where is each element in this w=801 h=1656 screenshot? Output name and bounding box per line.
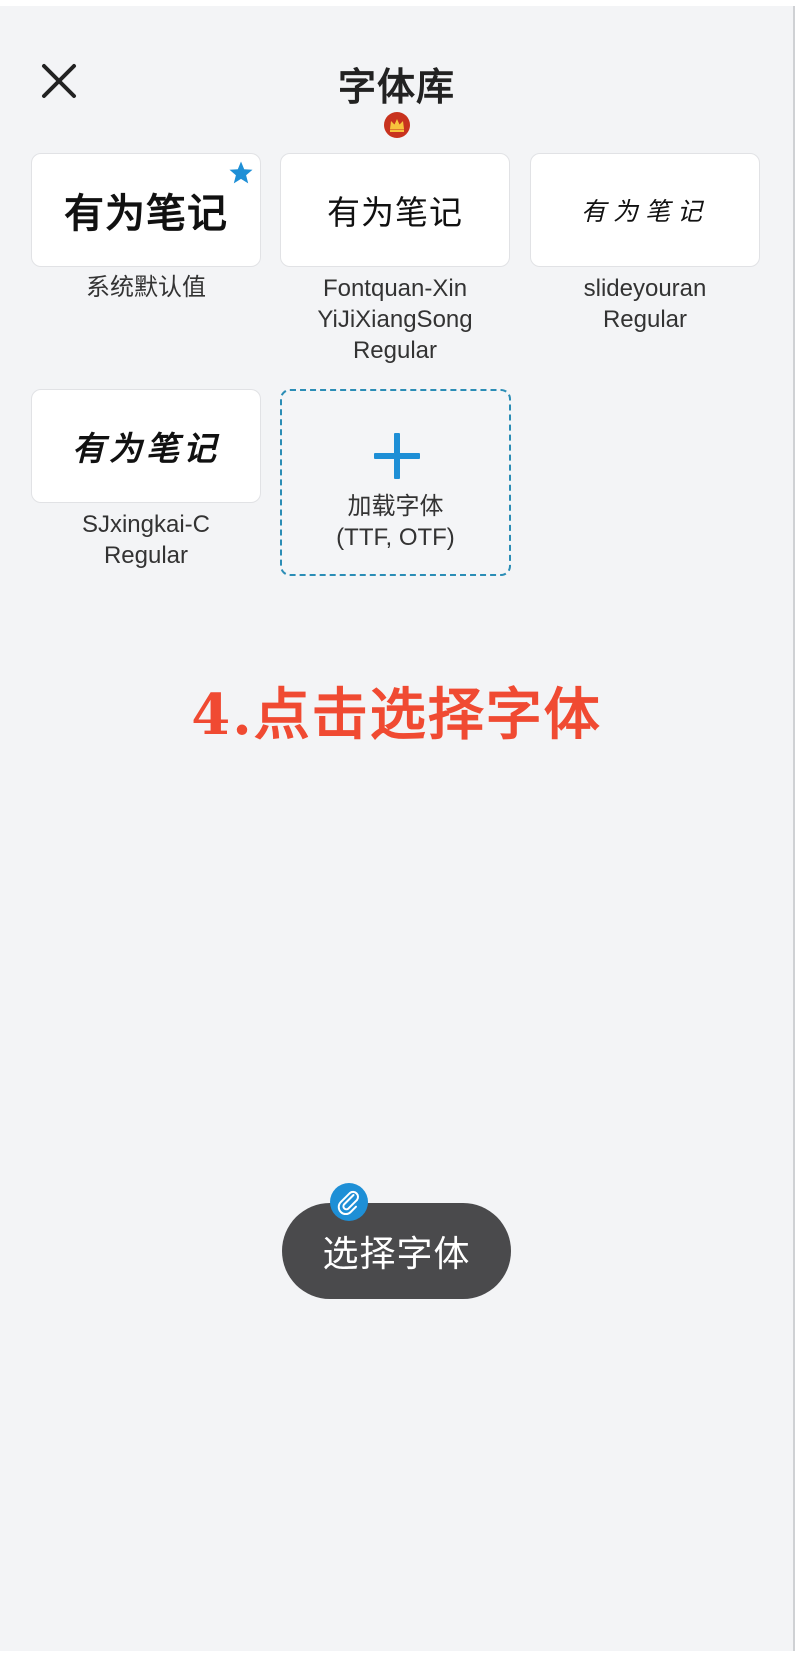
screen-edge xyxy=(793,6,795,1651)
font-label-slideyouran: slideyouran Regular xyxy=(525,273,765,335)
font-label-line: slideyouran xyxy=(583,275,707,302)
font-card-sjxingkai[interactable]: 有为笔记 xyxy=(31,389,261,503)
add-font-label-line: 加载字体 xyxy=(347,493,444,520)
plus-icon xyxy=(374,433,420,479)
add-font-button[interactable]: 加载字体 (TTF, OTF) xyxy=(280,389,511,576)
font-sample-text: 有为笔记 xyxy=(327,193,463,232)
font-label-line: Regular xyxy=(352,337,438,364)
font-label-fontquan: Fontquan-Xin YiJiXiangSong Regular xyxy=(275,273,515,366)
font-label-line: Regular xyxy=(103,542,189,569)
font-sample-text: 有为笔记 xyxy=(64,191,228,237)
add-font-label: 加载字体 (TTF, OTF) xyxy=(282,491,509,553)
font-label-system-default: 系统默认值 xyxy=(26,272,266,303)
crown-badge-icon xyxy=(383,111,411,139)
font-label-line: 系统默认值 xyxy=(86,274,206,301)
font-label-line: Fontquan-Xin xyxy=(322,275,468,302)
select-font-button[interactable]: 选择字体 xyxy=(282,1203,511,1299)
font-label-line: YiJiXiangSong xyxy=(317,306,473,333)
font-card-system-default[interactable]: 有为笔记 xyxy=(31,153,261,267)
paperclip-icon xyxy=(329,1182,369,1222)
font-label-sjxingkai: SJxingkai-C Regular xyxy=(26,509,266,571)
page-title: 字体库 xyxy=(337,65,455,109)
font-card-fontquan[interactable]: 有为笔记 xyxy=(280,153,510,267)
add-font-label-line: (TTF, OTF) xyxy=(336,524,455,551)
font-label-line: Regular xyxy=(602,306,688,333)
font-sample-text: 有为笔记 xyxy=(72,429,220,468)
star-icon xyxy=(229,161,253,184)
font-sample-text: 有为笔记 xyxy=(580,197,709,226)
bottom-margin xyxy=(0,1651,801,1656)
tutorial-annotation: 4.点击选择字体 xyxy=(191,682,602,748)
font-card-slideyouran[interactable]: 有为笔记 xyxy=(530,153,760,267)
font-label-line: SJxingkai-C xyxy=(81,511,211,538)
